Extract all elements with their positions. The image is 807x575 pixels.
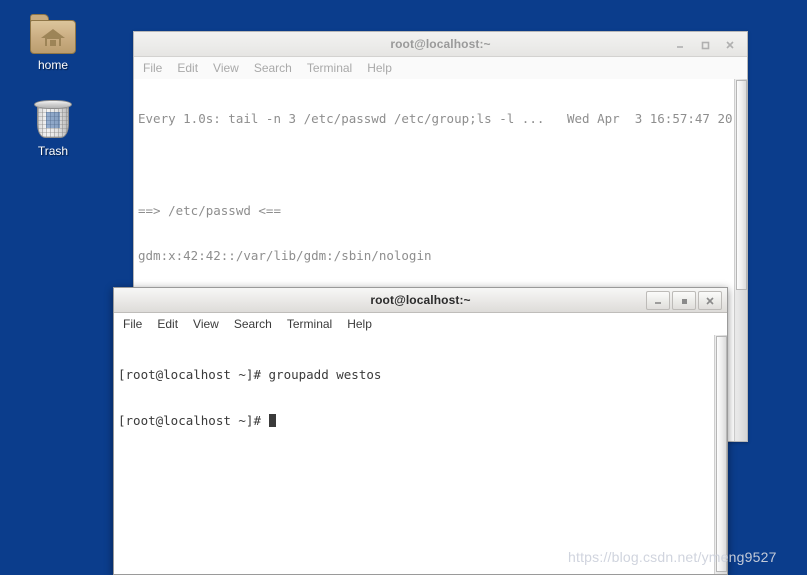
scrollbar-vertical-back[interactable] [734,79,747,441]
terminal-prompt: [root@localhost ~]# [118,413,269,428]
menu-item-edit[interactable]: Edit [157,313,178,335]
titlebar-front[interactable]: root@localhost:~ [114,288,727,313]
menu-item-help[interactable]: Help [367,57,392,79]
minimize-icon[interactable] [668,35,692,54]
menu-item-file[interactable]: File [143,57,162,79]
terminal-output-front[interactable]: [root@localhost ~]# groupadd westos [roo… [114,335,727,574]
menu-item-terminal[interactable]: Terminal [307,57,352,79]
scrollbar-thumb[interactable] [736,80,747,290]
terminal-prompt-line: [root@localhost ~]# [118,413,713,428]
text-cursor [268,414,276,427]
close-icon[interactable] [718,35,742,54]
menu-item-search[interactable]: Search [234,313,272,335]
desktop-icon-label: Trash [37,144,69,158]
terminal-window-front[interactable]: root@localhost:~ File Edit View Search T… [113,287,728,575]
folder-home-icon [30,14,76,54]
menu-item-search[interactable]: Search [254,57,292,79]
desktop-icon-home[interactable]: home [10,14,96,72]
desktop-screen: home Trash root@localhost:~ File Edit Vi… [0,0,807,575]
menu-item-file[interactable]: File [123,313,142,335]
window-controls-back [668,32,742,57]
menu-item-view[interactable]: View [193,313,219,335]
terminal-line: ==> /etc/passwd <== [138,202,281,218]
terminal-line: [root@localhost ~]# groupadd westos [118,367,382,383]
menubar-front[interactable]: File Edit View Search Terminal Help [114,313,727,335]
titlebar-back[interactable]: root@localhost:~ [134,32,747,57]
maximize-icon[interactable] [693,35,717,54]
menu-item-edit[interactable]: Edit [177,57,198,79]
desktop-icon-label: home [37,58,69,72]
window-controls-front [646,288,722,313]
terminal-line: Every 1.0s: tail -n 3 /etc/passwd /etc/g… [138,111,747,127]
menu-item-view[interactable]: View [213,57,239,79]
close-icon[interactable] [698,291,722,310]
minimize-icon[interactable] [646,291,670,310]
trash-can-icon [34,98,72,140]
menu-item-terminal[interactable]: Terminal [287,313,332,335]
window-title: root@localhost:~ [370,293,471,307]
menubar-back[interactable]: File Edit View Search Terminal Help [134,57,747,79]
terminal-line: gdm:x:42:42::/var/lib/gdm:/sbin/nologin [138,248,432,264]
scrollbar-thumb[interactable] [716,336,727,572]
menu-item-help[interactable]: Help [347,313,372,335]
desktop-icon-trash[interactable]: Trash [10,98,96,158]
window-title: root@localhost:~ [390,37,491,51]
scrollbar-vertical-front[interactable] [714,335,727,574]
maximize-icon[interactable] [672,291,696,310]
